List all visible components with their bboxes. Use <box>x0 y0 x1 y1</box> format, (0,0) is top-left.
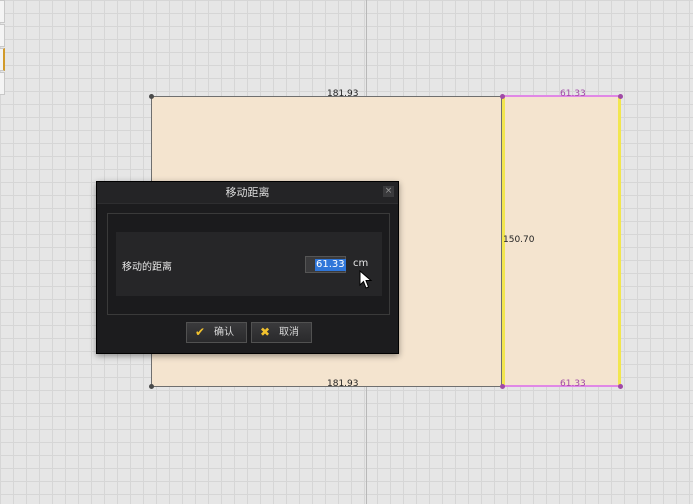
cancel-button-label: 取消 <box>279 327 299 338</box>
vertex-top-mid[interactable] <box>500 94 505 99</box>
vertex-bottom-right[interactable] <box>618 384 623 389</box>
vertex-bottom-mid[interactable] <box>500 384 505 389</box>
checkmark-icon: ✔ <box>195 325 206 339</box>
toolbar-button-2[interactable] <box>0 24 5 47</box>
confirm-button-label: 确认 <box>214 327 234 338</box>
mouse-pointer-icon <box>359 270 373 289</box>
move-distance-dialog: 移动距离 × 移动的距离 61.33 cm ✔ 确认 ✖ 取消 <box>96 181 399 354</box>
x-icon: ✖ <box>260 325 271 339</box>
confirm-button[interactable]: ✔ 确认 <box>186 322 247 343</box>
distance-label: 移动的距离 <box>122 262 172 273</box>
vertex-top-right[interactable] <box>618 94 623 99</box>
vertex-bottom-left[interactable] <box>149 384 154 389</box>
toolbar-button-1[interactable] <box>0 0 5 23</box>
dimension-panel-top: 61.33 <box>560 89 586 99</box>
dialog-field-row: 移动的距离 61.33 cm <box>116 232 382 296</box>
distance-input-value: 61.33 <box>315 259 346 271</box>
dimension-top: 181.93 <box>327 89 359 99</box>
dialog-group-box: 移动的距离 61.33 cm <box>107 213 390 315</box>
close-icon[interactable]: × <box>383 186 394 197</box>
vertex-top-left[interactable] <box>149 94 154 99</box>
dimension-panel-bottom: 61.33 <box>560 379 586 389</box>
dialog-title: 移动距离 <box>97 182 398 204</box>
distance-input[interactable]: 61.33 <box>305 256 346 273</box>
dimension-bottom: 181.93 <box>327 379 359 389</box>
toolbar-button-3[interactable] <box>0 48 5 71</box>
left-toolbar <box>0 0 5 100</box>
toolbar-button-4[interactable] <box>0 72 5 95</box>
cancel-button[interactable]: ✖ 取消 <box>251 322 312 343</box>
dimension-height: 150.70 <box>503 235 535 245</box>
distance-unit: cm <box>353 258 369 269</box>
